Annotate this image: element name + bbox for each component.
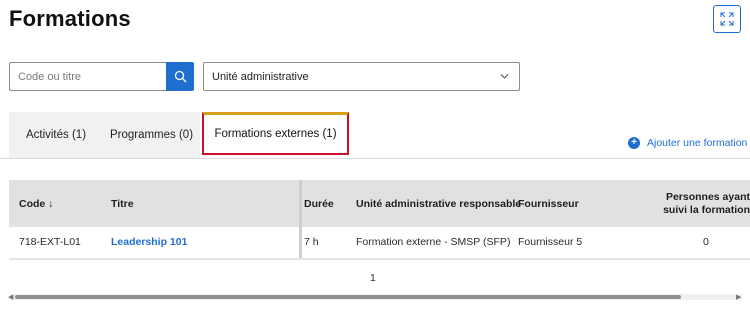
cell-count: 0 xyxy=(703,236,709,248)
expand-icon xyxy=(720,12,734,26)
scrollbar-thumb[interactable] xyxy=(15,295,681,299)
column-header-duree[interactable]: Durée xyxy=(304,180,334,227)
add-formation-label: Ajouter une formation xyxy=(647,137,748,149)
tab-activites[interactable]: Activités (1) xyxy=(9,112,103,158)
cell-unit: Formation externe - SMSP (SFP) xyxy=(356,236,511,248)
add-formation-link[interactable]: + Ajouter une formation xyxy=(628,137,747,149)
search-input[interactable] xyxy=(9,62,166,91)
frozen-column-divider[interactable] xyxy=(299,180,302,260)
chevron-down-icon xyxy=(500,74,509,79)
unit-select[interactable]: Unité administrative xyxy=(203,62,520,91)
tab-programmes[interactable]: Programmes (0) xyxy=(103,112,200,158)
scroll-left-icon[interactable]: ◀ xyxy=(8,293,13,301)
tab-label: Activités (1) xyxy=(25,129,87,141)
tab-label: Formations externes (1) xyxy=(214,128,337,140)
column-header-fournisseur[interactable]: Fournisseur xyxy=(518,180,579,227)
unit-select-value: Unité administrative xyxy=(212,70,309,83)
search-button[interactable] xyxy=(166,62,194,91)
tab-label: Programmes (0) xyxy=(109,129,194,141)
search-icon xyxy=(174,70,186,83)
row-divider xyxy=(9,258,750,260)
column-header-titre[interactable]: Titre xyxy=(111,180,134,227)
cell-code: 718-EXT-L01 xyxy=(19,236,81,248)
column-header-code[interactable]: Code ↓ xyxy=(19,180,53,227)
scroll-right-icon[interactable]: ▶ xyxy=(736,293,741,301)
column-header-unite[interactable]: Unité administrative responsable xyxy=(356,180,521,227)
cell-duration: 7 h xyxy=(304,236,319,248)
tab-divider xyxy=(0,158,750,159)
plus-circle-icon: + xyxy=(628,137,640,149)
page-title: Formations xyxy=(9,6,131,31)
cell-provider: Fournisseur 5 xyxy=(518,236,583,248)
column-header-personnes[interactable]: Personnes ayant suivi la formation xyxy=(648,180,750,227)
cell-title-link[interactable]: Leadership 101 xyxy=(111,232,187,252)
pagination-page[interactable]: 1 xyxy=(370,272,376,284)
tab-formations-externes[interactable]: Formations externes (1) xyxy=(202,112,349,155)
expand-button[interactable] xyxy=(713,5,741,33)
